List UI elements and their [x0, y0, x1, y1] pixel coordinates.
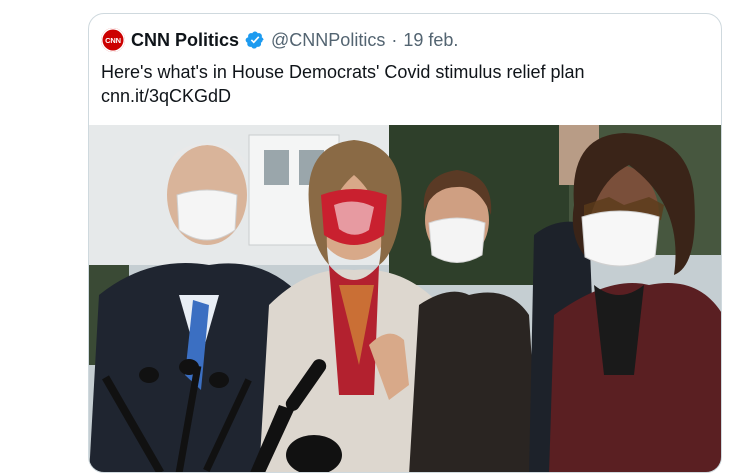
photo-image — [89, 125, 721, 472]
avatar[interactable]: CNN — [101, 28, 125, 52]
tweet-link[interactable]: cnn.it/3qCKGdD — [101, 84, 701, 108]
separator: · — [391, 29, 398, 50]
user-handle[interactable]: @CNNPolitics — [271, 30, 385, 51]
tweet-body: Here's what's in House Democrats' Covid … — [101, 62, 585, 82]
display-name[interactable]: CNN Politics — [131, 30, 239, 51]
tweet-card[interactable]: CNN CNN Politics @CNNPolitics · 19 feb. … — [88, 13, 722, 473]
tweet-date[interactable]: 19 feb. — [403, 30, 458, 51]
verified-badge-icon — [245, 31, 264, 49]
tweet-header: CNN CNN Politics @CNNPolitics · 19 feb. — [101, 26, 458, 54]
tweet-text: Here's what's in House Democrats' Covid … — [101, 60, 701, 108]
tweet-photo[interactable] — [89, 125, 721, 472]
